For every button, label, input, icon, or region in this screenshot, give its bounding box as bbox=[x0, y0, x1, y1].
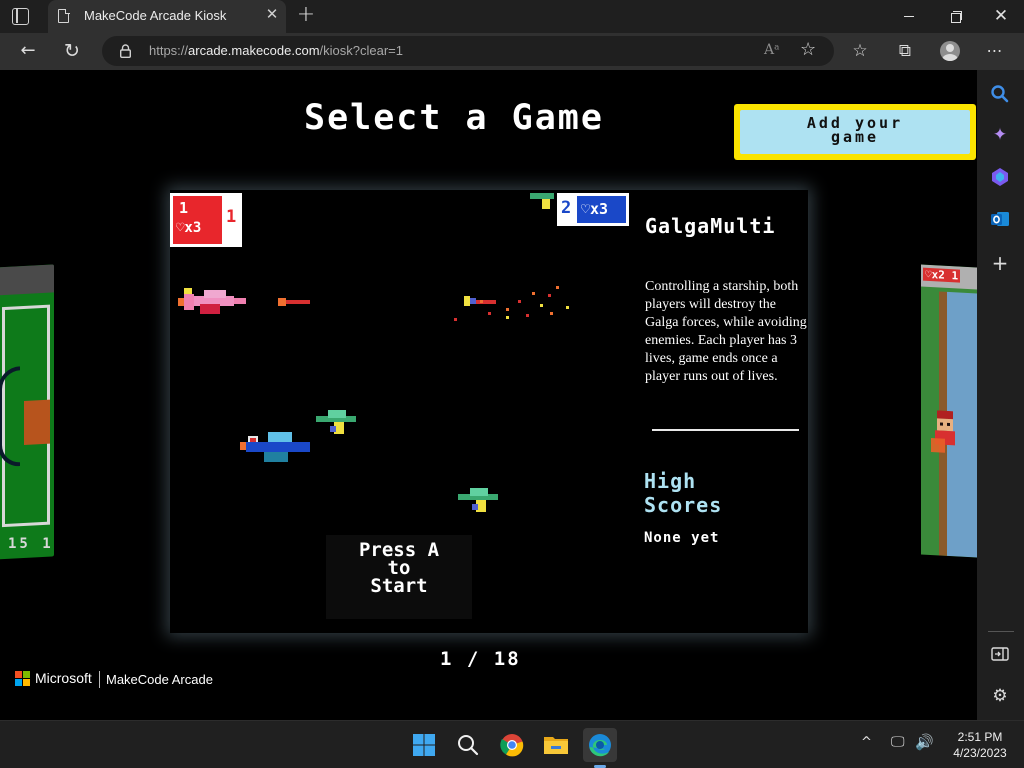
player1-ship-icon bbox=[178, 288, 246, 314]
character-sprite-icon bbox=[931, 410, 955, 453]
game-thumbnail-hud: ♡x2 1 bbox=[921, 264, 977, 290]
plus-icon[interactable]: + bbox=[989, 252, 1011, 274]
chrome-icon[interactable] bbox=[495, 728, 529, 762]
player2-lives: ♡x3 bbox=[581, 200, 609, 218]
search-icon[interactable] bbox=[451, 728, 485, 762]
info-divider bbox=[652, 429, 799, 431]
browser-tab[interactable]: MakeCode Arcade Kiosk ✕ bbox=[48, 0, 286, 33]
tab-actions-icon[interactable] bbox=[12, 8, 29, 25]
windows-taskbar: ^ 🖵 🔊 2:51 PM 4/23/2023 bbox=[0, 720, 1024, 768]
page-indicator: 1 / 18 bbox=[440, 648, 521, 670]
enemy-ship-icon bbox=[530, 193, 554, 209]
collections-icon[interactable]: ⧉ bbox=[892, 38, 918, 64]
restore-icon[interactable] bbox=[943, 6, 967, 26]
brand-company: Microsoft bbox=[35, 670, 92, 686]
selected-game-card[interactable]: 1 ♡x3 1 2 ♡x3 Press A to Start GalgaMult… bbox=[170, 190, 808, 633]
press-start-prompt[interactable]: Press A to Start bbox=[326, 535, 472, 619]
clock-date: 4/23/2023 bbox=[953, 746, 1007, 760]
close-icon[interactable]: ✕ bbox=[989, 6, 1013, 26]
add-game-button-face: Add your game bbox=[740, 110, 970, 154]
games-icon[interactable] bbox=[989, 166, 1011, 188]
url-scheme: https:// bbox=[149, 43, 189, 58]
tab-title: MakeCode Arcade Kiosk bbox=[84, 8, 227, 23]
minimize-icon[interactable] bbox=[897, 6, 921, 26]
player1-number: 1 bbox=[179, 199, 189, 217]
browser-toolbar: ← ↻ https://arcade.makecode.com/kiosk?cl… bbox=[0, 33, 1024, 70]
file-explorer-icon[interactable] bbox=[539, 728, 573, 762]
game-description: Controlling a starship, both players wil… bbox=[645, 279, 807, 384]
chevron-up-icon[interactable]: ^ bbox=[861, 735, 872, 750]
plus-icon[interactable]: + bbox=[295, 4, 317, 26]
next-game-lives: ♡x2 1 bbox=[923, 267, 961, 283]
windows-start-icon[interactable] bbox=[407, 728, 441, 762]
player2-hud: 2 ♡x3 bbox=[557, 193, 629, 226]
more-icon[interactable]: ⋯ bbox=[982, 38, 1008, 64]
url-path: /kiosk?clear=1 bbox=[319, 43, 404, 58]
brand-app-name: MakeCode Arcade bbox=[106, 672, 213, 687]
hide-sidebar-icon[interactable] bbox=[989, 643, 1011, 665]
game-thumbnail-hud bbox=[0, 264, 54, 296]
copilot-icon[interactable]: ✦ bbox=[989, 124, 1011, 146]
game-info-panel: GalgaMulti Controlling a starship, both … bbox=[631, 190, 808, 633]
page-icon bbox=[58, 8, 70, 23]
profile-icon[interactable] bbox=[937, 38, 963, 64]
player2-ship-icon bbox=[240, 432, 310, 462]
previous-game-score: 15 1 bbox=[8, 536, 54, 552]
player1-hud: 1 ♡x3 1 bbox=[170, 193, 242, 247]
add-favorite-icon[interactable]: ☆ bbox=[800, 39, 816, 60]
game-thumbnail-arc bbox=[0, 366, 20, 468]
back-arrow-icon[interactable]: ← bbox=[15, 39, 41, 63]
next-game-card[interactable]: ♡x2 1 bbox=[921, 264, 977, 558]
add-game-button[interactable]: Add your game bbox=[734, 104, 976, 160]
page-title: Select a Game bbox=[304, 98, 604, 138]
sidebar-divider bbox=[988, 631, 1014, 632]
high-scores-value: None yet bbox=[644, 530, 720, 546]
clock-time: 2:51 PM bbox=[957, 730, 1003, 744]
enemy-ship-icon bbox=[316, 410, 356, 434]
add-game-label: Add your game bbox=[806, 114, 904, 146]
network-icon[interactable]: 🖵 bbox=[891, 734, 905, 750]
brand-separator bbox=[99, 671, 100, 688]
high-scores-heading: High Scores bbox=[644, 469, 723, 517]
close-icon[interactable]: ✕ bbox=[264, 6, 280, 22]
read-aloud-icon[interactable]: Aᵃ bbox=[764, 42, 780, 58]
search-icon[interactable] bbox=[989, 83, 1011, 105]
player1-lives: ♡x3 bbox=[176, 220, 202, 236]
game-preview-screen: 1 ♡x3 1 2 ♡x3 Press A to Start bbox=[170, 190, 631, 633]
edge-sidebar: ✦ + ⚙ bbox=[977, 70, 1024, 720]
edge-icon[interactable] bbox=[583, 728, 617, 762]
player2-badge: ♡x3 bbox=[577, 196, 626, 223]
press-start-text: Press A to Start bbox=[358, 539, 440, 597]
lock-icon bbox=[120, 44, 131, 58]
url-text[interactable]: https://arcade.makecode.com/kiosk?clear=… bbox=[149, 43, 403, 58]
player1-score: 1 bbox=[226, 207, 237, 227]
address-bar[interactable]: https://arcade.makecode.com/kiosk?clear=… bbox=[102, 36, 834, 66]
refresh-icon[interactable]: ↻ bbox=[59, 39, 85, 63]
player1-badge: 1 ♡x3 bbox=[173, 196, 222, 244]
enemy-ship-icon bbox=[458, 488, 498, 512]
game-thumbnail-goal bbox=[24, 399, 50, 445]
settings-icon[interactable]: ⚙ bbox=[989, 685, 1011, 707]
kiosk-page: Select a Game Add your game 15 1 ♡x2 1 1… bbox=[0, 70, 977, 720]
url-host: arcade.makecode.com bbox=[188, 43, 320, 58]
volume-icon[interactable]: 🔊 bbox=[915, 733, 934, 751]
outlook-icon[interactable] bbox=[989, 208, 1011, 230]
microsoft-logo-icon bbox=[15, 671, 31, 687]
system-clock[interactable]: 2:51 PM 4/23/2023 bbox=[940, 729, 1020, 761]
favorites-icon[interactable]: ☆ bbox=[847, 38, 873, 64]
game-title: GalgaMulti bbox=[645, 214, 776, 238]
player2-number: 2 bbox=[561, 198, 572, 218]
previous-game-card[interactable] bbox=[0, 264, 54, 560]
browser-title-bar: MakeCode Arcade Kiosk ✕ + ✕ bbox=[0, 0, 1024, 33]
